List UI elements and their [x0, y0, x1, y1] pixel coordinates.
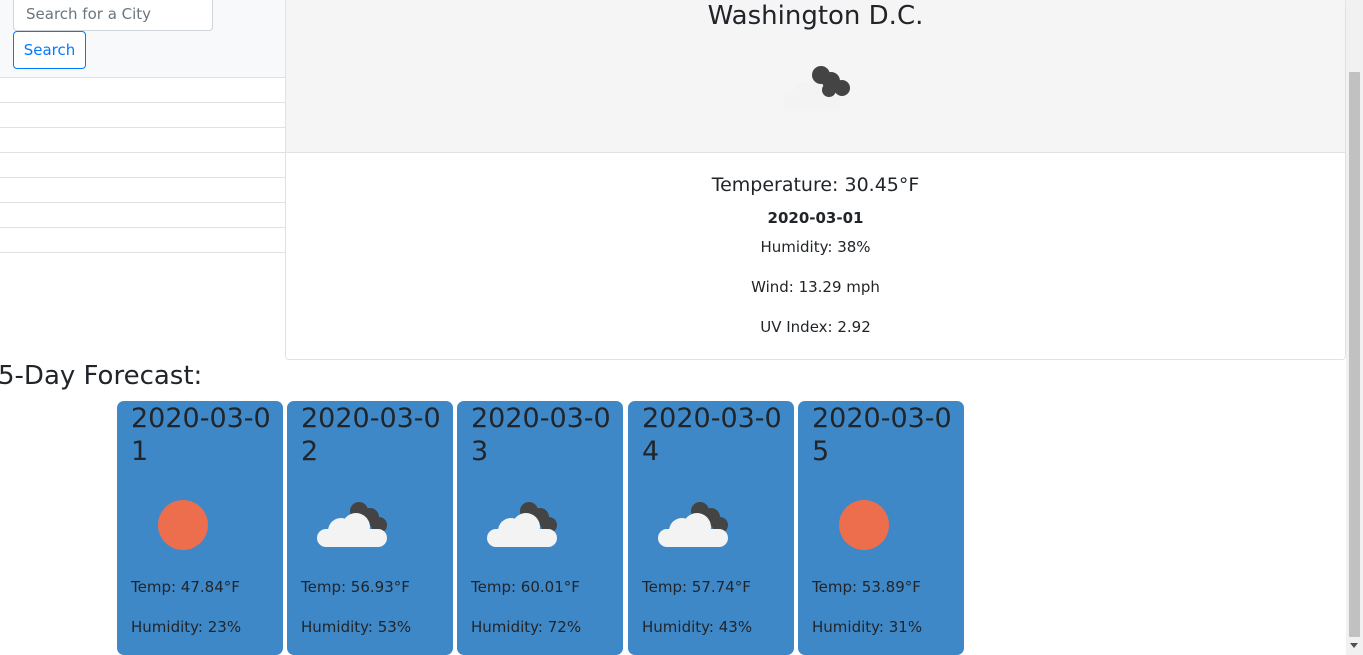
history-item[interactable] [0, 128, 285, 153]
current-wind: Wind: 13.29 mph [751, 278, 880, 296]
forecast-date: 2020-03-05 [812, 403, 952, 467]
history-item[interactable] [0, 153, 285, 178]
history-item[interactable] [0, 103, 285, 128]
current-date: 2020-03-01 [767, 209, 864, 227]
forecast-card: 2020-03-03 Temp: 60.01°F Humidity: 72% [457, 401, 623, 655]
forecast-humidity: Humidity: 23% [131, 618, 242, 636]
scrollbar-thumb[interactable] [1349, 72, 1360, 637]
current-weather-header: Washington D.C. [286, 0, 1345, 153]
cloudy-icon [317, 502, 387, 547]
forecast-date: 2020-03-04 [642, 403, 782, 467]
history-item[interactable] [0, 78, 285, 103]
forecast-temp: Temp: 56.93°F [301, 578, 410, 596]
cloudy-icon [783, 66, 850, 111]
forecast-card: 2020-03-05 Temp: 53.89°F Humidity: 31% [798, 401, 964, 655]
search-panel: Search [0, 0, 285, 78]
cloudy-icon [487, 502, 557, 547]
city-name: Washington D.C. [707, 1, 924, 31]
forecast-title: 5-Day Forecast: [0, 361, 203, 391]
forecast-temp: Temp: 57.74°F [642, 578, 751, 596]
forecast-card: 2020-03-01 Temp: 47.84°F Humidity: 23% [117, 401, 283, 655]
forecast-date: 2020-03-03 [471, 403, 611, 467]
current-weather-card: Washington D.C. Temperature: 30.45°F 202… [285, 0, 1346, 360]
sun-icon [839, 500, 889, 550]
current-uv-index: UV Index: 2.92 [760, 318, 871, 336]
history-item[interactable] [0, 228, 285, 253]
current-temperature: Temperature: 30.45°F [711, 174, 920, 196]
forecast-card: 2020-03-02 Temp: 56.93°F Humidity: 53% [287, 401, 453, 655]
history-item[interactable] [0, 178, 285, 203]
forecast-humidity: Humidity: 72% [471, 618, 582, 636]
forecast-humidity: Humidity: 31% [812, 618, 923, 636]
search-history-list [0, 78, 285, 253]
forecast-humidity: Humidity: 43% [642, 618, 753, 636]
vertical-scrollbar[interactable] [1346, 0, 1363, 655]
forecast-card: 2020-03-04 Temp: 57.74°F Humidity: 43% [628, 401, 794, 655]
current-humidity: Humidity: 38% [760, 238, 871, 256]
sun-icon [158, 500, 208, 550]
forecast-humidity: Humidity: 53% [301, 618, 412, 636]
forecast-date: 2020-03-02 [301, 403, 441, 467]
forecast-temp: Temp: 53.89°F [812, 578, 921, 596]
forecast-temp: Temp: 60.01°F [471, 578, 580, 596]
cloudy-icon [658, 502, 728, 547]
weather-dashboard: Search Washington D.C. [0, 0, 1363, 655]
city-search-input[interactable] [13, 0, 213, 31]
forecast-temp: Temp: 47.84°F [131, 578, 240, 596]
search-button[interactable]: Search [13, 31, 86, 69]
sidebar: Search [0, 0, 285, 253]
history-item[interactable] [0, 203, 285, 228]
scroll-down-arrow-icon[interactable] [1350, 643, 1358, 648]
forecast-date: 2020-03-01 [131, 403, 271, 467]
